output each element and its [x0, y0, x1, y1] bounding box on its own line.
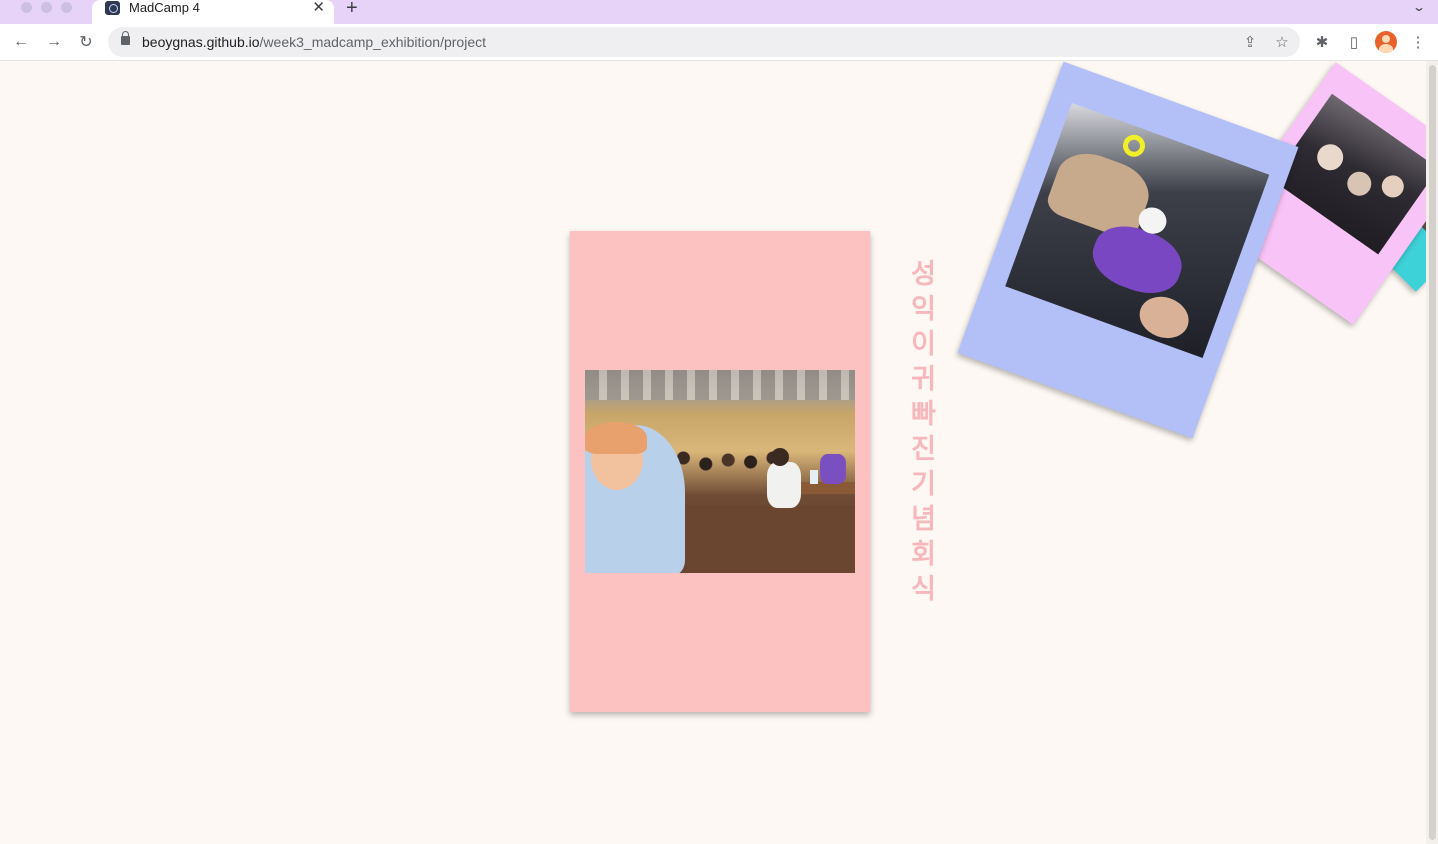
browser-toolbar: ← → ↻ beoygnas.github.io/week3_madcamp_e… [0, 24, 1438, 61]
react-icon [105, 1, 120, 15]
close-tab-icon[interactable]: ✕ [312, 0, 325, 15]
tab-madcamp[interactable]: MadCamp 4 ✕ [92, 0, 334, 24]
vertical-scrollbar[interactable] [1426, 61, 1438, 844]
url-text[interactable]: beoygnas.github.io/week3_madcamp_exhibit… [142, 34, 486, 50]
profile-avatar[interactable] [1375, 31, 1397, 53]
side-panel-icon[interactable]: ▯ [1344, 32, 1364, 52]
main-card[interactable] [570, 231, 870, 712]
tab-search-chevron-icon[interactable]: ⌄ [1412, 0, 1426, 14]
selfie-photo [1271, 93, 1426, 255]
url-domain: beoygnas.github.io [142, 34, 260, 50]
share-icon[interactable]: ⇪ [1240, 32, 1260, 52]
group-dinner-photo [585, 370, 855, 573]
vertical-title: 성익이귀빠진기념회식 [905, 259, 936, 609]
tab-title: MadCamp 4 [129, 0, 200, 15]
close-window-button[interactable] [21, 2, 32, 13]
friends-photo [1005, 102, 1270, 359]
reload-icon[interactable]: ↻ [74, 30, 98, 54]
new-tab-button[interactable]: + [346, 0, 358, 20]
tab-strip: MadCamp 4 ✕ + ⌄ [0, 0, 1438, 24]
lock-icon[interactable] [121, 31, 130, 45]
minimize-window-button[interactable] [41, 2, 52, 13]
address-bar[interactable]: beoygnas.github.io/week3_madcamp_exhibit… [108, 27, 1300, 57]
forward-arrow-icon[interactable]: → [42, 30, 66, 54]
page-content: 성익이귀빠진기념회식 [0, 61, 1426, 844]
kebab-menu-icon[interactable]: ⋮ [1408, 32, 1428, 52]
url-path: /week3_madcamp_exhibition/project [259, 34, 487, 50]
bookmark-star-icon[interactable]: ☆ [1272, 32, 1292, 52]
extensions-puzzle-icon[interactable]: ✱ [1312, 32, 1332, 52]
maximize-window-button[interactable] [61, 2, 72, 13]
blue-card[interactable] [957, 61, 1299, 439]
scrollbar-thumb[interactable] [1429, 65, 1436, 840]
back-arrow-icon[interactable]: ← [9, 30, 33, 54]
